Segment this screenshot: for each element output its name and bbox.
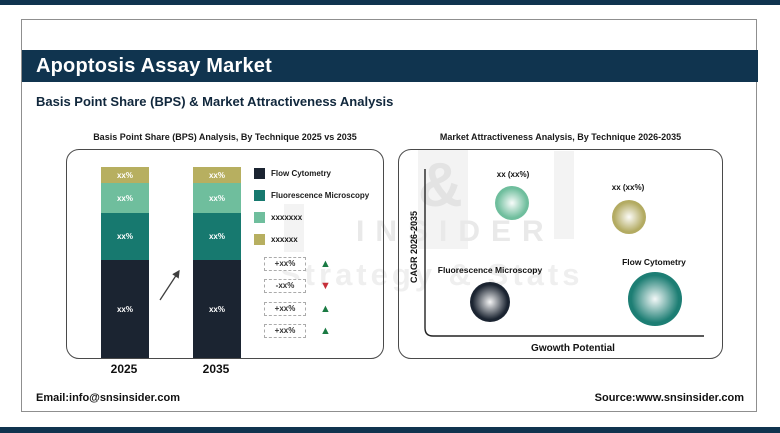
bar-segment: xx% <box>101 183 149 213</box>
page-subtitle: Basis Point Share (BPS) & Market Attract… <box>36 94 394 109</box>
bubble-point <box>612 200 646 234</box>
x-tick-2025: 2025 <box>110 362 138 376</box>
stacked-bar-2025: xx% xx% xx% xx% <box>101 167 149 358</box>
stacked-bar-2035: xx% xx% xx% xx% <box>193 167 241 358</box>
legend-item: Fluorescence Microscopy <box>254 190 369 201</box>
segment-value: xx% <box>116 193 133 203</box>
segment-value: xx% <box>116 304 133 314</box>
legend-label: xxxxxxx <box>271 213 303 222</box>
bar-segment: xx% <box>193 167 241 183</box>
bubble-label: xx (xx%) <box>496 170 530 179</box>
bubble-point <box>470 282 510 322</box>
triangle-up-icon: ▲ <box>320 325 331 337</box>
segment-value: xx% <box>208 193 225 203</box>
legend-label: Flow Cytometry <box>271 169 332 178</box>
bar-segment: xx% <box>101 213 149 260</box>
attractiveness-chart-title: Market Attractiveness Analysis, By Techn… <box>439 132 682 142</box>
legend-label: xxxxxx <box>271 235 298 244</box>
bubble-label: Fluorescence Microscopy <box>437 265 543 275</box>
bar-segment: xx% <box>193 213 241 260</box>
segment-value: xx% <box>116 170 133 180</box>
segment-value: xx% <box>208 232 225 241</box>
x-axis-label: Gwowth Potential <box>531 343 615 354</box>
bps-chart-panel: xx% xx% xx% xx% xx% xx% xx% xx% Flow Cyt… <box>66 149 384 359</box>
change-row: +xx% ▲ <box>264 324 331 338</box>
bubble-label: xx (xx%) <box>611 183 645 192</box>
legend-swatch-icon <box>254 234 265 245</box>
bar-segment: xx% <box>101 260 149 358</box>
bps-chart-title: Basis Point Share (BPS) Analysis, By Tec… <box>93 132 357 142</box>
y-axis-label: CAGR 2026-2035 <box>409 210 419 284</box>
segment-value: xx% <box>208 304 225 314</box>
change-value-box: +xx% <box>264 257 306 271</box>
attractiveness-chart-panel: CAGR 2026-2035 Gwowth Potential xx (xx%)… <box>398 149 723 359</box>
legend-swatch-icon <box>254 168 265 179</box>
top-accent-strip <box>0 0 780 5</box>
change-value-box: +xx% <box>264 324 306 338</box>
legend-item: Flow Cytometry <box>254 168 369 179</box>
title-bar: Apoptosis Assay Market <box>22 50 758 82</box>
legend-item: xxxxxx <box>254 234 369 245</box>
segment-value: xx% <box>116 232 133 241</box>
x-tick-2035: 2035 <box>202 362 230 376</box>
bubble-point <box>628 272 682 326</box>
page-title: Apoptosis Assay Market <box>36 54 272 77</box>
legend-swatch-icon <box>254 190 265 201</box>
change-value-box: -xx% <box>264 279 306 293</box>
contact-email: Email:info@snsinsider.com <box>36 392 180 404</box>
triangle-up-icon: ▲ <box>320 258 331 270</box>
source-website: Source:www.snsinsider.com <box>594 392 744 404</box>
bar-segment: xx% <box>101 167 149 183</box>
triangle-up-icon: ▲ <box>320 303 331 315</box>
legend-swatch-icon <box>254 212 265 223</box>
change-value-box: +xx% <box>264 302 306 316</box>
axes <box>424 169 704 337</box>
bar-segment: xx% <box>193 183 241 213</box>
growth-arrow-icon <box>159 269 180 301</box>
legend-label: Fluorescence Microscopy <box>271 191 370 200</box>
infographic-card: & INSIDER Strategy & Stats Apoptosis Ass… <box>21 19 758 412</box>
legend: Flow Cytometry Fluorescence Microscopy x… <box>254 168 369 256</box>
bubble-label: Flow Cytometry <box>622 257 686 267</box>
change-row: +xx% ▲ <box>264 302 331 316</box>
change-row: +xx% ▲ <box>264 257 331 271</box>
bubble-point <box>495 186 529 220</box>
bar-segment: xx% <box>193 260 241 358</box>
bottom-accent-strip <box>0 427 780 433</box>
triangle-down-icon: ▼ <box>320 280 331 292</box>
segment-value: xx% <box>208 170 225 180</box>
legend-item: xxxxxxx <box>254 212 369 223</box>
change-row: -xx% ▼ <box>264 279 331 293</box>
